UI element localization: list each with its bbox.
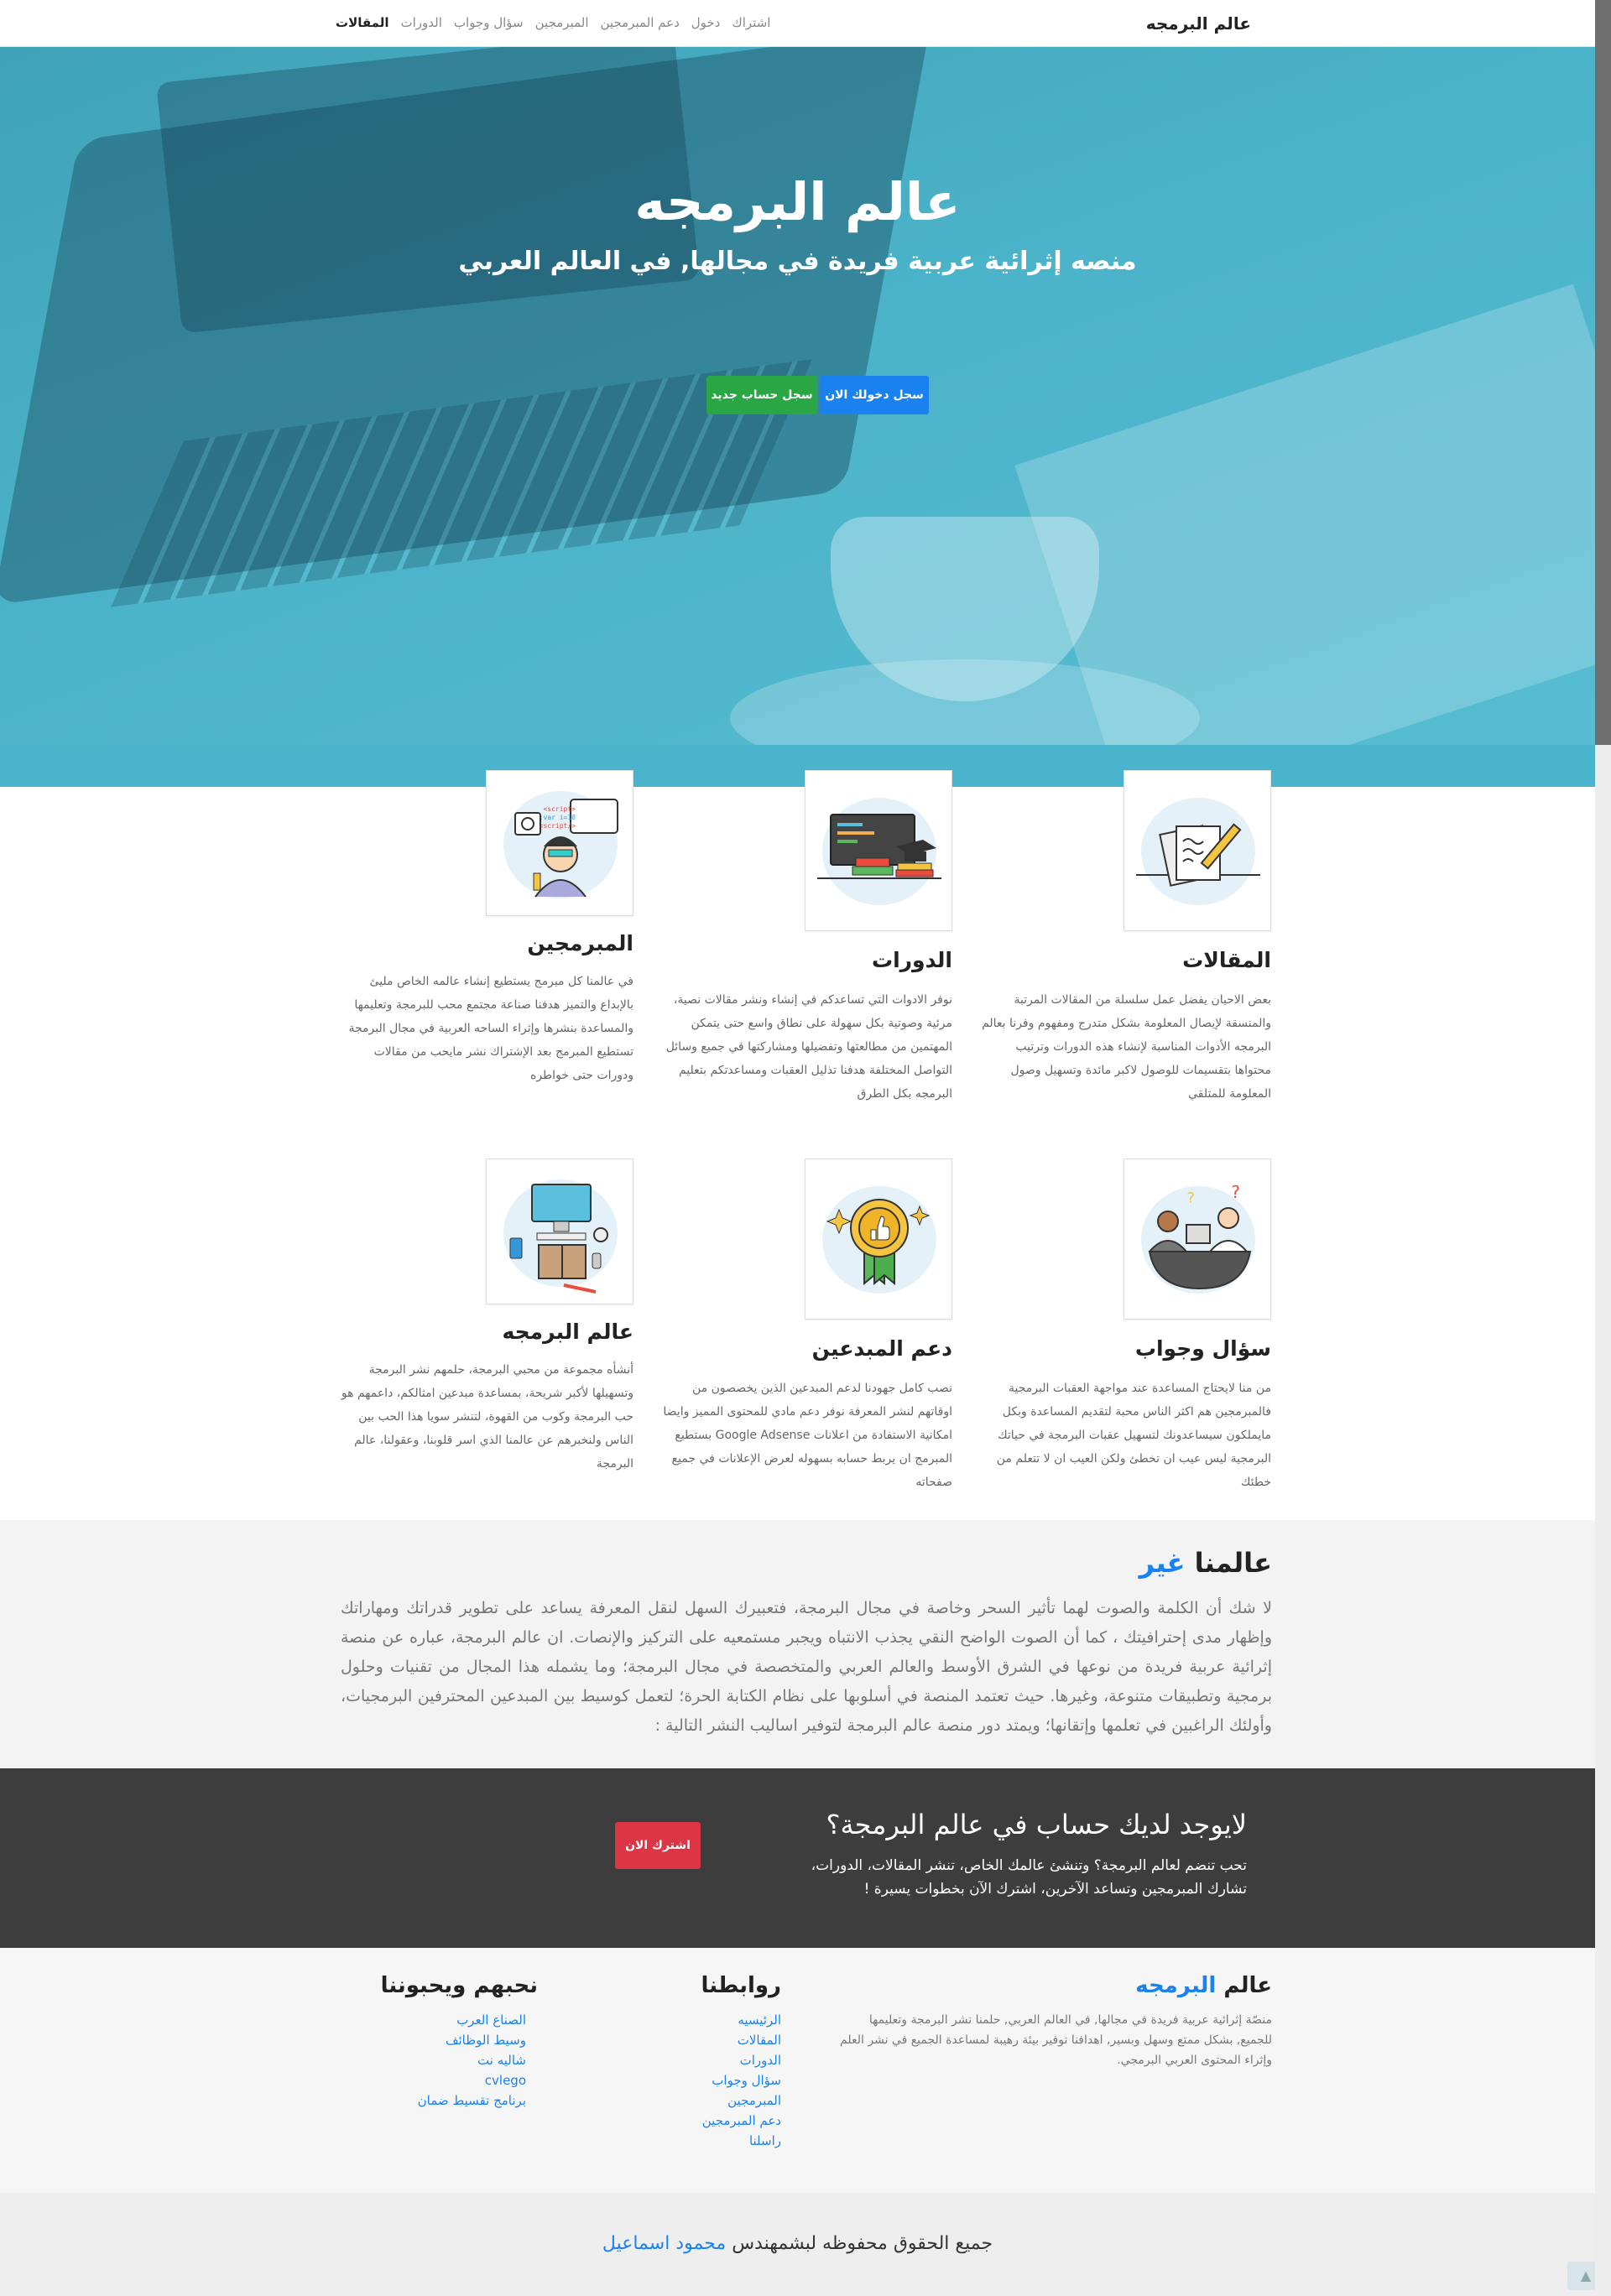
friend-link[interactable]: وسيط الوظائف: [381, 2030, 526, 2050]
hero-title: عالم البرمجه: [634, 171, 961, 232]
footer-about: عالم البرمجه منصّة إثرائية عربية فريدة ف…: [836, 1973, 1272, 2070]
feature-text: أنشأه مجموعة من محبي البرمجة، حلمهم نشر …: [341, 1363, 633, 1471]
footer-link-programmers[interactable]: المبرمجين: [701, 2090, 781, 2111]
chevron-up-icon: ▲: [1580, 2267, 1592, 2283]
friend-link[interactable]: شاليه نت: [381, 2050, 526, 2070]
friend-link[interactable]: برنامج تقسيط ضمان: [381, 2090, 526, 2111]
about-text: لا شك أن الكلمة والصوت لهما تأثير السحر …: [341, 1599, 1272, 1735]
cta-text: تحب تنضم لعالم البرمجة؟ وتنشئ عالمك الخا…: [811, 1857, 1247, 1898]
friend-link[interactable]: الصناع العرب: [381, 2010, 526, 2030]
hero-subtitle: منصه إثرائية عربية فريدة في مجالها, في ا…: [458, 247, 1137, 276]
feature-title: المقالات: [1182, 948, 1271, 972]
nav-links: المقالات الدورات سؤال وجواب المبرمجين دع…: [336, 15, 770, 30]
about-section: عالمنا غير لا شك أن الكلمة والصوت لهما ت…: [0, 1520, 1595, 1768]
feature-title: المبرمجين: [527, 931, 633, 955]
footer-about-text: منصّة إثرائية عربية فريدة في مجالها, في …: [840, 2013, 1272, 2067]
copyright-bar: جميع الحقوق محفوظه لبشمهندس محمود اسماعي…: [0, 2193, 1595, 2296]
svg-text:</script>: </script>: [540, 822, 576, 830]
feature-title: سؤال وجواب: [1134, 1336, 1271, 1361]
svg-text:<script>: <script>: [543, 805, 576, 813]
feature-image-box: <script> var i=10; </script>: [486, 770, 633, 916]
nav-link-qa[interactable]: سؤال وجواب: [454, 15, 524, 30]
feature-image-box: [805, 1158, 952, 1320]
feature-image-box: [805, 770, 952, 931]
nav-link-signup[interactable]: اشتراك: [732, 15, 770, 30]
about-title-main: عالمنا: [1194, 1547, 1272, 1579]
footer-links-title: روابطنا: [701, 1973, 781, 1998]
workspace-icon: [509, 1184, 608, 1294]
programmers-icon: <script> var i=10; </script>: [514, 799, 618, 898]
hero-section: عالم البرمجه منصه إثرائية عربية فريدة في…: [0, 47, 1595, 745]
footer-friends-title: نحبهم ويحبوننا: [380, 1973, 538, 1998]
subscribe-button[interactable]: اشترك الان: [615, 1822, 701, 1869]
footer-link-contact[interactable]: راسلنا: [701, 2131, 781, 2151]
feature-text: من منا لايحتاج المساعدة عند مواجهة العقب…: [996, 1382, 1271, 1489]
login-button[interactable]: سجل دخولك الان: [820, 376, 929, 414]
scrollbar-thumb[interactable]: [1595, 0, 1611, 745]
nav-link-programmers[interactable]: المبرمجين: [535, 15, 589, 30]
nav-link-articles[interactable]: المقالات: [336, 15, 389, 30]
about-title: عالمنا غير: [1139, 1547, 1272, 1579]
copyright-text: جميع الحقوق محفوظه لبشمهندس محمود اسماعي…: [602, 2233, 993, 2254]
feature-text: بعض الاحيان يفضل عمل سلسلة من المقالات ا…: [982, 993, 1271, 1101]
feature-image-box: ? ?: [1124, 1158, 1271, 1320]
feature-text: نصب كامل جهودنا لدعم المبدعين الذين يخصص…: [663, 1382, 952, 1489]
top-navbar: عالم البرمجه المقالات الدورات سؤال وجواب…: [0, 0, 1595, 47]
footer-link-home[interactable]: الرئيسيه: [701, 2010, 781, 2030]
badge-icon: [826, 1199, 931, 1286]
hero-bottom-strip: [0, 745, 1595, 787]
feature-title: دعم المبدعين: [811, 1336, 952, 1361]
cta-title: لايوجد لديك حساب في عالم البرمجة؟: [826, 1809, 1248, 1840]
footer-links: روابطنا الرئيسيه المقالات الدورات سؤال و…: [701, 1973, 781, 2151]
feature-image-box: [1124, 770, 1271, 931]
footer-link-qa[interactable]: سؤال وجواب: [701, 2070, 781, 2090]
svg-text:?: ?: [1231, 1182, 1240, 1202]
feature-title: عالم البرمجه: [502, 1320, 633, 1344]
qa-icon: ? ?: [1148, 1182, 1252, 1290]
nav-link-support[interactable]: دعم المبرمجين: [601, 15, 680, 30]
nav-link-courses[interactable]: الدورات: [401, 15, 442, 30]
navbar-brand[interactable]: عالم البرمجه: [1146, 13, 1251, 34]
footer-link-courses[interactable]: الدورات: [701, 2050, 781, 2070]
articles-icon: [1136, 823, 1260, 887]
feature-title: الدورات: [871, 948, 952, 972]
footer-friends: نحبهم ويحبوننا الصناع العرب وسيط الوظائف…: [381, 1973, 538, 2111]
signup-cta-section: لايوجد لديك حساب في عالم البرمجة؟ تحب تن…: [0, 1768, 1595, 1948]
footer-link-articles[interactable]: المقالات: [701, 2030, 781, 2050]
courses-icon: [817, 814, 941, 879]
nav-link-login[interactable]: دخول: [691, 15, 721, 30]
footer: عالم البرمجه منصّة إثرائية عربية فريدة ف…: [0, 1948, 1595, 2193]
svg-text:var i=10;: var i=10;: [540, 814, 576, 821]
feature-image-box: [486, 1158, 633, 1304]
footer-link-support[interactable]: دعم المبرمجين: [701, 2111, 781, 2131]
register-button[interactable]: سجل حساب جديد: [706, 376, 817, 414]
feature-text: نوفر الادوات التي تساعدكم في إنشاء ونشر …: [665, 993, 952, 1101]
svg-text:?: ?: [1186, 1190, 1195, 1207]
author-link[interactable]: محمود اسماعيل: [602, 2233, 726, 2254]
friend-link[interactable]: cvlego: [381, 2070, 526, 2090]
feature-text: في عالمنا كل مبرمج يستطيع إنشاء عالمه ال…: [348, 975, 634, 1082]
about-title-accent: غير: [1139, 1547, 1186, 1579]
footer-about-title: عالم البرمجه: [1135, 1973, 1272, 1998]
